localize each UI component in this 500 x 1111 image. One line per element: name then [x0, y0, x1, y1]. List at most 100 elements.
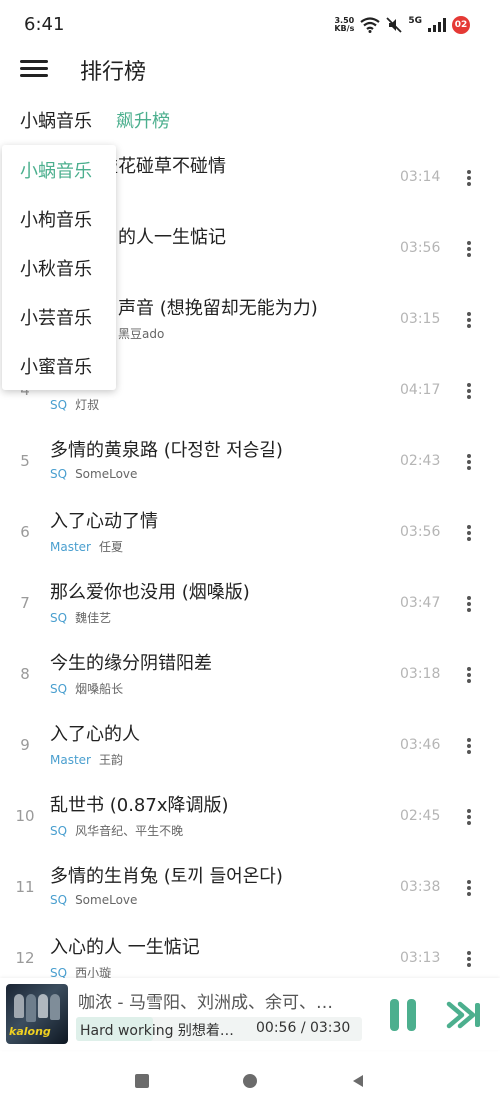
- status-bar: 6:41 3.50 KB/s 5G 02: [0, 0, 500, 48]
- song-title: 多情的生肖兔 (토끼 들어온다): [50, 866, 283, 887]
- quality-badge: Master: [50, 753, 91, 767]
- album-cover[interactable]: kalong: [6, 984, 68, 1044]
- quality-badge: SQ: [50, 398, 68, 412]
- dropdown-item-xiaogou[interactable]: 小枸音乐: [20, 206, 92, 232]
- more-options-icon[interactable]: [462, 807, 476, 827]
- song-index: 11: [15, 878, 35, 896]
- pause-icon[interactable]: [388, 999, 418, 1031]
- status-time: 6:41: [24, 14, 65, 35]
- song-artist: 黑豆ado: [118, 327, 165, 341]
- back-triangle-icon[interactable]: [350, 1073, 366, 1089]
- lyric-bar: Hard working 别想着… 00:56 / 03:30: [76, 1017, 362, 1041]
- song-duration: 03:56: [400, 240, 441, 256]
- song-artist: 烟嗓船长: [75, 682, 124, 696]
- system-nav-bar: [0, 1055, 500, 1111]
- song-duration: 03:38: [400, 879, 441, 895]
- song-row[interactable]: 5 多情的黄泉路 (다정한 저승길) SQ SomeLove 02:43: [0, 420, 500, 491]
- source-dropdown: 小蜗音乐 小枸音乐 小秋音乐 小芸音乐 小蜜音乐: [2, 145, 116, 390]
- more-options-icon[interactable]: [462, 310, 476, 330]
- wifi-icon: [360, 17, 381, 33]
- net-speed: 3.50 KB/s: [334, 17, 354, 33]
- song-artist: 魏佳艺: [75, 611, 112, 625]
- song-row[interactable]: 10 乱世书 (0.87x降调版) SQ 风华音纪、平生不晚 02:45: [0, 775, 500, 846]
- song-duration: 02:43: [400, 453, 441, 469]
- quality-badge: SQ: [50, 682, 68, 696]
- song-meta: SQ 魏佳艺: [50, 609, 111, 626]
- dropdown-item-xiaoqiu[interactable]: 小秋音乐: [20, 255, 92, 281]
- song-duration: 04:17: [400, 382, 441, 398]
- song-meta: SQ 灯叔: [50, 396, 99, 413]
- app-bar: 排行榜: [0, 48, 500, 108]
- song-index: 7: [20, 594, 30, 612]
- song-row[interactable]: 7 那么爱你也没用 (烟嗓版) SQ 魏佳艺 03:47: [0, 562, 500, 633]
- song-index: 6: [20, 523, 30, 541]
- song-title: 的人一生惦记: [118, 227, 226, 248]
- song-title: 乱世书 (0.87x降调版): [50, 795, 229, 816]
- time-readout: 00:56 / 03:30: [256, 1020, 350, 1036]
- song-row[interactable]: 8 今生的缘分阴错阳差 SQ 烟嗓船长 03:18: [0, 633, 500, 704]
- page-title: 排行榜: [80, 60, 147, 85]
- dropdown-item-xiaomi[interactable]: 小蜜音乐: [20, 353, 92, 379]
- next-track-icon[interactable]: [446, 1000, 482, 1030]
- song-duration: 03:13: [400, 950, 441, 966]
- signal-icon: [428, 18, 446, 32]
- quality-badge: SQ: [50, 467, 68, 481]
- hamburger-menu-icon[interactable]: [20, 56, 48, 84]
- more-options-icon[interactable]: [462, 594, 476, 614]
- more-options-icon[interactable]: [462, 665, 476, 685]
- song-duration: 03:18: [400, 666, 441, 682]
- notification-badge: 02: [452, 16, 470, 34]
- song-index: 8: [20, 665, 30, 683]
- time-separator: /: [300, 1020, 306, 1036]
- status-icons: 3.50 KB/s 5G 02: [334, 16, 470, 34]
- song-meta: Master 王韵: [50, 751, 123, 768]
- song-artist: 灯叔: [75, 398, 100, 412]
- song-title: 入了心的人: [50, 724, 140, 745]
- song-meta: 黑豆ado: [118, 325, 164, 342]
- more-options-icon[interactable]: [462, 949, 476, 969]
- more-options-icon[interactable]: [462, 168, 476, 188]
- song-title: 声音 (想挽留却无能为力): [118, 298, 318, 319]
- song-row[interactable]: 9 入了心的人 Master 王韵 03:46: [0, 704, 500, 775]
- tab-soaring-chart[interactable]: 飙升榜: [116, 107, 170, 133]
- song-meta: SQ SomeLove: [50, 893, 137, 907]
- song-meta: SQ 风华音纪、平生不晚: [50, 822, 183, 839]
- mute-icon: [386, 17, 402, 33]
- more-options-icon[interactable]: [462, 878, 476, 898]
- song-row[interactable]: 6 入了心动了情 Master 任夏 03:56: [0, 491, 500, 562]
- song-artist: 风华音纪、平生不晚: [75, 824, 184, 838]
- song-title: 碰花碰草不碰情: [100, 156, 226, 177]
- dropdown-item-xiaowo[interactable]: 小蜗音乐: [20, 157, 92, 183]
- more-options-icon[interactable]: [462, 381, 476, 401]
- song-title: 多情的黄泉路 (다정한 저승길): [50, 440, 283, 461]
- quality-badge: SQ: [50, 611, 68, 625]
- dropdown-item-xiaoyun[interactable]: 小芸音乐: [20, 304, 92, 330]
- song-duration: 03:56: [400, 524, 441, 540]
- song-meta: SQ 烟嗓船长: [50, 680, 123, 697]
- more-options-icon[interactable]: [462, 452, 476, 472]
- song-duration: 03:14: [400, 169, 441, 185]
- song-artist: SomeLove: [75, 893, 138, 907]
- more-options-icon[interactable]: [462, 239, 476, 259]
- quality-badge: Master: [50, 540, 91, 554]
- song-row[interactable]: 11 多情的生肖兔 (토끼 들어온다) SQ SomeLove 03:38: [0, 846, 500, 917]
- song-index: 5: [20, 452, 30, 470]
- song-index: 10: [15, 807, 35, 825]
- network-type: 5G: [408, 16, 422, 26]
- more-options-icon[interactable]: [462, 523, 476, 543]
- current-lyric: Hard working 别想着…: [80, 1023, 234, 1039]
- song-meta: SQ SomeLove: [50, 467, 137, 481]
- song-title: 入了心动了情: [50, 511, 158, 532]
- more-options-icon[interactable]: [462, 736, 476, 756]
- source-selector[interactable]: 小蜗音乐: [20, 107, 92, 133]
- song-title: 入心的人 一生惦记: [50, 937, 200, 958]
- song-duration: 03:47: [400, 595, 441, 611]
- song-artist: 王韵: [98, 753, 123, 767]
- song-title: 今生的缘分阴错阳差: [50, 653, 212, 674]
- song-index: 12: [15, 949, 35, 967]
- recents-square-icon[interactable]: [134, 1073, 150, 1089]
- elapsed-time: 00:56: [256, 1020, 297, 1036]
- mini-player[interactable]: kalong 咖浓 - 马雪阳、刘洲成、余可、… Hard working 别想…: [0, 978, 500, 1050]
- home-circle-icon[interactable]: [242, 1073, 258, 1089]
- net-speed-unit: KB/s: [334, 24, 355, 33]
